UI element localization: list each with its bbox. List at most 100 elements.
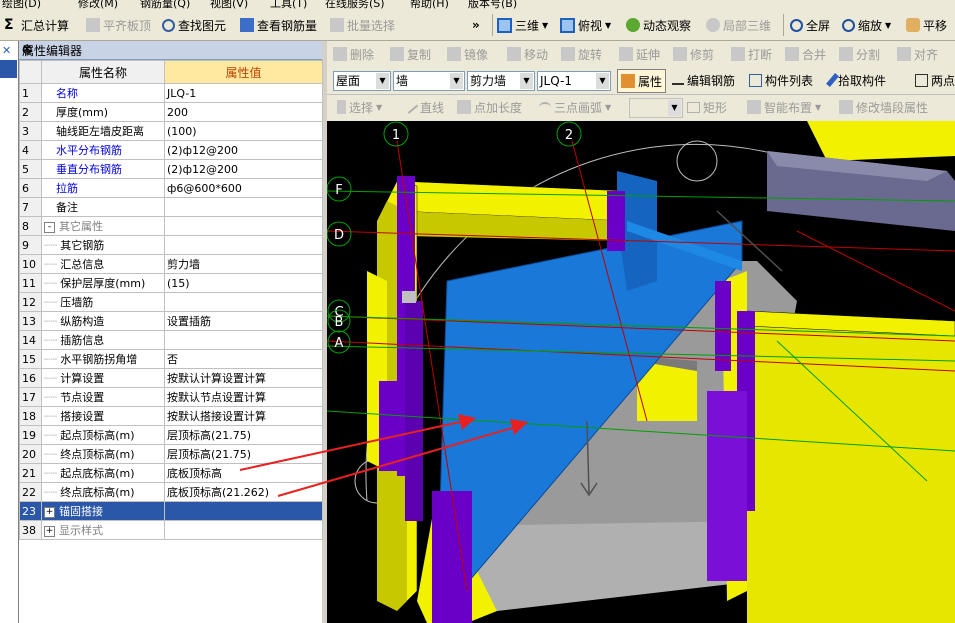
draw-mode-select[interactable]: ▼ (629, 98, 683, 118)
property-value-cell[interactable] (164, 520, 323, 540)
close-icon[interactable]: ✕ (22, 42, 316, 56)
property-value-cell[interactable]: 否 (164, 349, 323, 369)
menu-view[interactable]: 视图(V) (210, 0, 248, 10)
local-3d-button[interactable]: 局部三维 (706, 14, 771, 36)
property-value-cell[interactable]: 按默认节点设置计算 (164, 387, 323, 407)
summary-calc-button[interactable]: Σ 汇总计算 (4, 14, 69, 36)
view-rebar-button[interactable]: 查看钢筋量 (240, 14, 317, 36)
property-row[interactable]: 11 ┄┄ 保护层厚度(mm) (15) (19, 273, 323, 293)
property-row[interactable]: 20 ┄┄ 终点顶标高(m) 层顶标高(21.75) (19, 444, 323, 464)
property-value-cell[interactable]: 按默认计算设置计算 (164, 368, 323, 388)
zoom-button[interactable]: 缩放 ▼ (842, 14, 891, 36)
edit-rebar-button[interactable]: 编辑钢筋 (672, 69, 735, 91)
element-select[interactable]: JLQ-1 ▼ (537, 71, 611, 91)
property-value-cell[interactable]: 层顶标高(21.75) (164, 425, 323, 445)
property-row[interactable]: 3 轴线距左墙皮距离 (100) (19, 121, 323, 141)
align-button[interactable]: 对齐 (897, 43, 938, 65)
property-row[interactable]: 12 ┄┄ 压墙筋 (19, 292, 323, 312)
property-value-cell[interactable]: (15) (164, 273, 323, 293)
left-nav-selected[interactable] (0, 60, 17, 78)
mirror-button[interactable]: 镜像 (447, 43, 488, 65)
property-value-cell[interactable] (164, 330, 323, 350)
property-row[interactable]: 10 ┄┄ 汇总信息 剪力墙 (19, 254, 323, 274)
view-3d-button[interactable]: 三维 ▼ (497, 14, 548, 36)
property-value-cell[interactable] (164, 197, 323, 217)
property-value-cell[interactable] (164, 235, 323, 255)
property-row[interactable]: 16 ┄┄ 计算设置 按默认计算设置计算 (19, 368, 323, 388)
trim-button[interactable]: 修剪 (673, 43, 714, 65)
property-value-cell[interactable]: 按默认搭接设置计算 (164, 406, 323, 426)
batch-select-button[interactable]: 批量选择 (330, 14, 395, 36)
close-icon[interactable]: ✕ (2, 44, 11, 57)
merge-button[interactable]: 合并 (785, 43, 826, 65)
two-point-button[interactable]: 两点 (915, 69, 955, 91)
property-value-cell[interactable]: 层顶标高(21.75) (164, 444, 323, 464)
smart-layout-button[interactable]: 智能布置 ▼ (747, 96, 821, 118)
menu-online[interactable]: 在线服务(S) (325, 0, 385, 10)
break-button[interactable]: 打断 (731, 43, 772, 65)
property-row[interactable]: 21 ┄┄ 起点底标高(m) 底板顶标高 (19, 463, 323, 483)
property-row[interactable]: 4 水平分布钢筋 (2)ф12@200 (19, 140, 323, 160)
collapse-icon[interactable]: - (44, 221, 55, 233)
property-row[interactable]: 23 + 锚固搭接 (19, 501, 323, 521)
property-row[interactable]: 18 ┄┄ 搭接设置 按默认搭接设置计算 (19, 406, 323, 426)
property-value-cell[interactable]: 200 (164, 102, 323, 122)
property-value-cell[interactable]: 剪力墙 (164, 254, 323, 274)
attribute-button[interactable]: 属性 (617, 69, 667, 93)
property-value-cell[interactable]: 设置插筋 (164, 311, 323, 331)
property-value-cell[interactable]: 底板顶标高 (164, 463, 323, 483)
type-select[interactable]: 墙 ▼ (393, 71, 465, 91)
pick-element-button[interactable]: 拾取构件 (826, 69, 886, 91)
property-row[interactable]: 1 名称 JLQ-1 (19, 83, 323, 103)
fullscreen-button[interactable]: 全屏 (790, 14, 830, 36)
menu-tools[interactable]: 工具(T) (270, 0, 307, 10)
property-value-cell[interactable]: 底板顶标高(21.262) (164, 482, 323, 502)
flatten-top-button[interactable]: 平齐板顶 (86, 14, 151, 36)
find-element-button[interactable]: 查找图元 (162, 14, 226, 36)
menu-modify[interactable]: 修改(M) (78, 0, 118, 10)
property-row[interactable]: 6 拉筋 ф6@600*600 (19, 178, 323, 198)
property-row[interactable]: 13 ┄┄ 纵筋构造 设置插筋 (19, 311, 323, 331)
property-row[interactable]: 17 ┄┄ 节点设置 按默认节点设置计算 (19, 387, 323, 407)
line-button[interactable]: 直线 (403, 96, 444, 118)
property-row[interactable]: 7 备注 (19, 197, 323, 217)
rotate-button[interactable]: 旋转 (561, 43, 602, 65)
expand-icon[interactable]: + (44, 525, 55, 537)
rect-button[interactable]: 矩形 (687, 96, 727, 118)
floor-select[interactable]: 屋面 ▼ (333, 71, 391, 91)
top-view-button[interactable]: 俯视 ▼ (560, 14, 611, 36)
property-row[interactable]: 19 ┄┄ 起点顶标高(m) 层顶标高(21.75) (19, 425, 323, 445)
element-list-button[interactable]: 构件列表 (749, 69, 813, 91)
property-value-cell[interactable] (164, 216, 323, 236)
select-button[interactable]: 选择 ▼ (337, 96, 382, 118)
property-row[interactable]: 22 ┄┄ 终点底标高(m) 底板顶标高(21.262) (19, 482, 323, 502)
delete-button[interactable]: 删除 (333, 43, 374, 65)
menu-version[interactable]: 版本号(B) (468, 0, 517, 10)
3d-viewport[interactable]: 1 2 F D C B A (327, 121, 955, 623)
property-value-cell[interactable]: (2)ф12@200 (164, 140, 323, 160)
toolbar-overflow-button[interactable]: » (472, 14, 480, 36)
subtype-select[interactable]: 剪力墙 ▼ (467, 71, 535, 91)
property-row[interactable]: 2 厚度(mm) 200 (19, 102, 323, 122)
menu-rebar[interactable]: 钢筋量(Q) (140, 0, 190, 10)
property-value-cell[interactable]: ф6@600*600 (164, 178, 323, 198)
expand-icon[interactable]: + (44, 506, 55, 518)
property-row[interactable]: 15 ┄┄ 水平钢筋拐角增否 (19, 349, 323, 369)
property-value-cell[interactable]: (100) (164, 121, 323, 141)
property-value-cell[interactable] (164, 501, 323, 521)
property-row[interactable]: 9 ┄┄ 其它钢筋 (19, 235, 323, 255)
extend-button[interactable]: 延伸 (619, 43, 660, 65)
menu-draw[interactable]: 绘图(D) (2, 0, 41, 10)
property-value-cell[interactable]: JLQ-1 (164, 83, 323, 103)
pan-button[interactable]: 平移 (906, 14, 947, 36)
3d-model-canvas[interactable]: 1 2 F D C B A (327, 121, 955, 623)
three-point-arc-button[interactable]: 三点画弧 ▼ (539, 96, 611, 118)
property-row[interactable]: 5 垂直分布钢筋 (2)ф12@200 (19, 159, 323, 179)
orbit-handle-top[interactable] (676, 140, 718, 182)
menu-help[interactable]: 帮助(H) (410, 0, 449, 10)
property-value-cell[interactable]: (2)ф12@200 (164, 159, 323, 179)
modify-wall-segment-button[interactable]: 修改墙段属性 (839, 96, 928, 118)
property-row[interactable]: 38 + 显示样式 (19, 520, 323, 540)
copy-button[interactable]: 复制 (390, 43, 431, 65)
property-row[interactable]: 14 ┄┄ 插筋信息 (19, 330, 323, 350)
